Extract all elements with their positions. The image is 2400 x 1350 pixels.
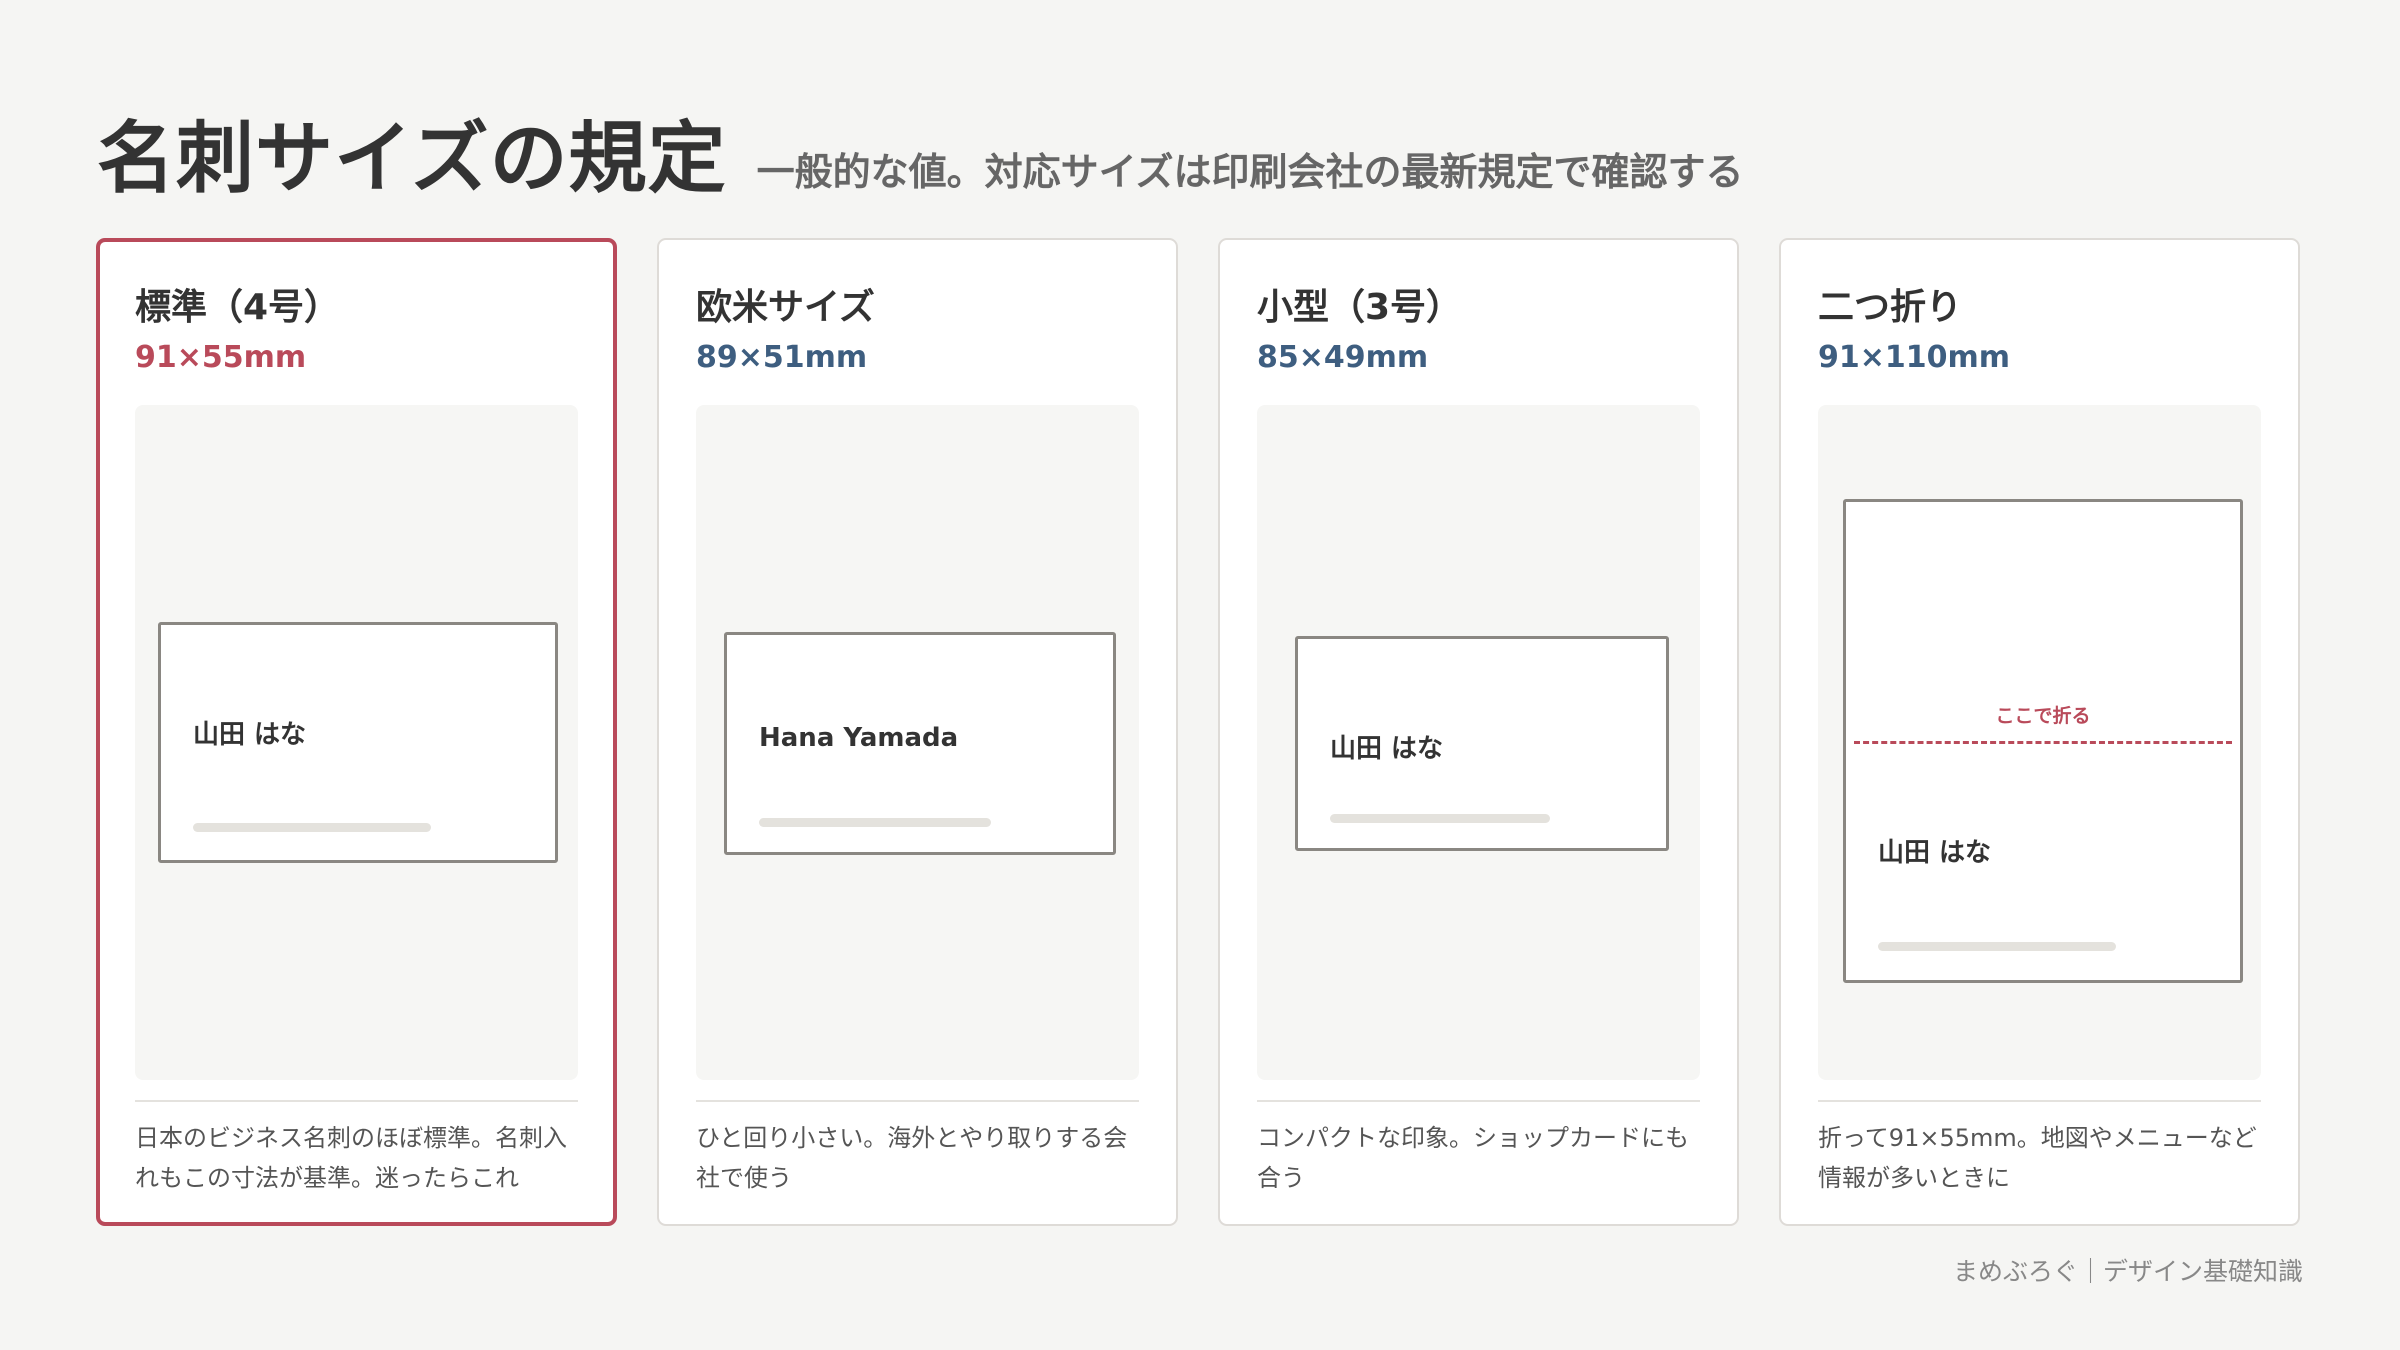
business-card-name: Hana Yamada — [759, 723, 959, 753]
card-small: 小型（3号） 85×49mm 山田 はな コンパクトな印象。ショップカードにも合… — [1218, 238, 1739, 1226]
card-title: 二つ折り — [1818, 287, 1963, 328]
card-preview: ここで折る 山田 はな — [1818, 405, 2261, 1080]
page-subtitle: 一般的な値。対応サイズは印刷会社の最新規定で確認する — [756, 150, 1744, 194]
card-description: 日本のビジネス名刺のほぼ標準。名刺入れもこの寸法が基準。迷ったらこれ — [135, 1124, 567, 1192]
card-divider — [696, 1100, 1139, 1102]
card-title: 小型（3号） — [1257, 287, 1463, 328]
page-header: 名刺サイズの規定 一般的な値。対応サイズは印刷会社の最新規定で確認する — [97, 96, 1744, 208]
business-card-line — [1878, 942, 2116, 951]
business-card-mock: Hana Yamada — [724, 632, 1116, 855]
card-preview: 山田 はな — [135, 405, 578, 1080]
card-size: 85×49mm — [1257, 340, 1429, 375]
card-title: 欧米サイズ — [696, 287, 875, 328]
card-western: 欧米サイズ 89×51mm Hana Yamada ひと回り小さい。海外とやり取… — [657, 238, 1178, 1226]
card-size: 89×51mm — [696, 340, 868, 375]
fold-label: ここで折る — [1995, 705, 2091, 727]
card-standard: 標準（4号） 91×55mm 山田 はな 日本のビジネス名刺のほぼ標準。名刺入れ… — [96, 238, 617, 1226]
page-title: 名刺サイズの規定 — [97, 114, 727, 204]
business-card-name: 山田 はな — [1878, 838, 1992, 868]
card-preview: 山田 はな — [1257, 405, 1700, 1080]
business-card-mock: 山田 はな — [158, 622, 558, 863]
business-card-line — [759, 818, 991, 827]
card-divider — [1257, 1100, 1700, 1102]
business-card-line — [193, 823, 431, 832]
card-size: 91×55mm — [135, 340, 307, 375]
card-description: ひと回り小さい。海外とやり取りする会社で使う — [696, 1124, 1128, 1192]
fold-line — [1854, 741, 2232, 744]
card-description: コンパクトな印象。ショップカードにも合う — [1257, 1124, 1689, 1192]
card-title: 標準（4号） — [135, 287, 341, 328]
card-description: 折って91×55mm。地図やメニューなど情報が多いときに — [1818, 1124, 2257, 1192]
card-divider — [1818, 1100, 2261, 1102]
business-card-name: 山田 はな — [193, 720, 307, 750]
business-card-mock: 山田 はな — [1295, 636, 1669, 851]
business-card-line — [1330, 814, 1550, 823]
card-size: 91×110mm — [1818, 340, 2011, 375]
card-folded: 二つ折り 91×110mm ここで折る 山田 はな 折って91×55mm。地図や… — [1779, 238, 2300, 1226]
card-divider — [135, 1100, 578, 1102]
business-card-name: 山田 はな — [1330, 734, 1444, 764]
footer-credit: まめぶろぐ｜デザイン基礎知識 — [1952, 1257, 2303, 1286]
card-preview: Hana Yamada — [696, 405, 1139, 1080]
business-card-mock: ここで折る 山田 はな — [1843, 499, 2243, 983]
